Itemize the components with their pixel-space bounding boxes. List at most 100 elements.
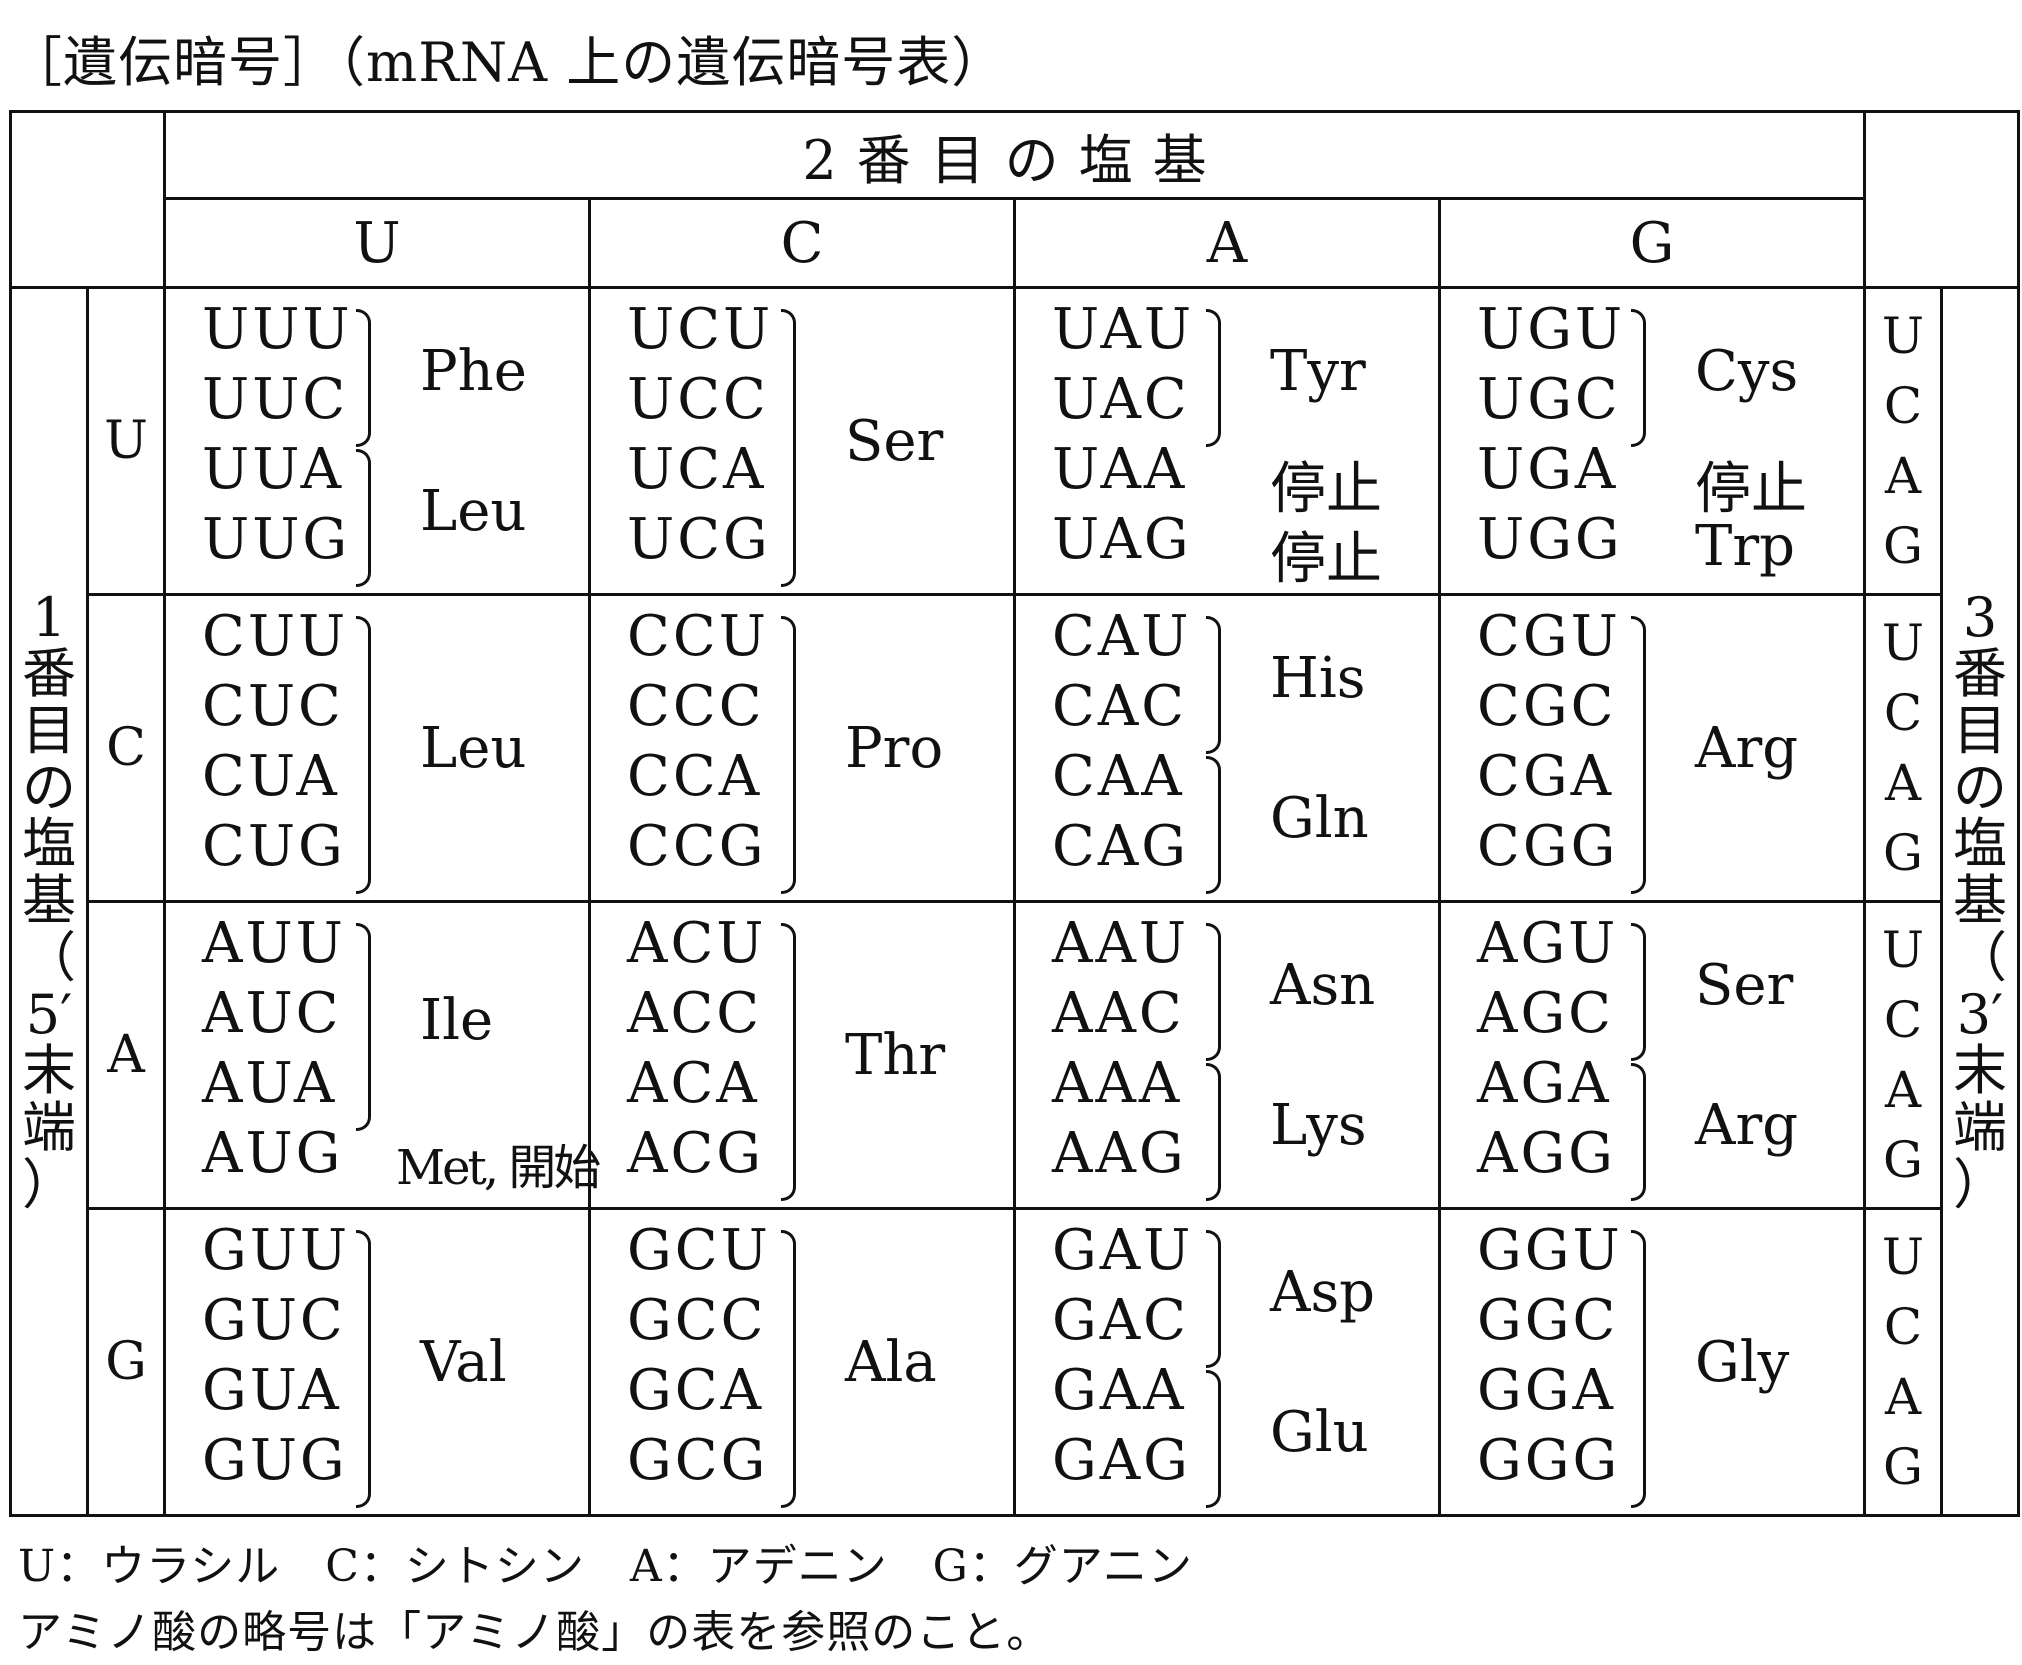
- codon: UUC: [202, 367, 349, 432]
- legend-note: アミノ酸の略号は「アミノ酸」の表を参照のこと。: [18, 1607, 1052, 1658]
- third-base-label-char: 番: [1953, 642, 2007, 706]
- codon-bracket: [1206, 616, 1221, 754]
- codon: CUU: [202, 604, 349, 669]
- codon: AUC: [202, 981, 342, 1046]
- amino-acid-label: 停止: [1695, 457, 1807, 522]
- codon: GCG: [627, 1428, 769, 1493]
- codon-cell: GUU GUC GUA GUG Val: [163, 1207, 591, 1517]
- codon: UUU: [202, 297, 353, 362]
- third-base-label-char: ）: [1953, 1152, 2007, 1216]
- third-base-letter: U: [1881, 307, 1925, 365]
- codon: CGA: [1477, 744, 1615, 809]
- first-base-label-char: （: [22, 925, 76, 989]
- third-base-letter: U: [1881, 921, 1925, 979]
- codon-row: C CUU CUC CUA CUG Leu CCU CCC CCA CCG Pro CAU CAC CAA…: [11, 593, 2019, 903]
- third-base-label-char: 3: [1962, 585, 1998, 649]
- codon-bracket: [1206, 309, 1221, 447]
- codon: UUG: [202, 507, 351, 572]
- codon: CCA: [627, 744, 763, 809]
- codon-cell: CUU CUC CUA CUG Leu: [163, 593, 591, 903]
- codon-bracket: [1206, 756, 1221, 894]
- codon: AUU: [202, 911, 346, 976]
- first-base-label-char: 基: [22, 869, 76, 933]
- codon-cell: AAU AAC AAA AAG Asn Lys: [1013, 900, 1441, 1210]
- third-base-column: UCAG: [1863, 286, 1943, 596]
- codon: CAC: [1052, 674, 1188, 739]
- third-base-letter: G: [1883, 1131, 1923, 1189]
- amino-acid-label: Val: [420, 1330, 507, 1395]
- codon: GGA: [1477, 1358, 1616, 1423]
- codon: CGG: [1477, 814, 1619, 879]
- amino-acid-label: Asp: [1270, 1260, 1376, 1325]
- third-base-label-char: の: [1953, 755, 2007, 819]
- second-base-A: A: [1013, 197, 1441, 289]
- codon-cell: UGU UGC UGA UGG Cys 停止 Trp: [1438, 286, 1866, 596]
- codon: CUG: [202, 814, 346, 879]
- third-base-label-char: 塩: [1953, 812, 2007, 876]
- first-base-label-char: の: [22, 755, 76, 819]
- amino-acid-label: Leu: [420, 716, 527, 781]
- first-base-A: A: [86, 900, 166, 1210]
- first-base-label-char: 末: [22, 1039, 76, 1103]
- third-base-letter: G: [1883, 517, 1923, 575]
- third-base-letter: U: [1881, 614, 1925, 672]
- codon: AUG: [202, 1121, 344, 1186]
- codon: GAC: [1052, 1288, 1190, 1353]
- codon-row: 1 番目の塩基（5′ 末端） U UUU UUC UUA UUG Phe Leu UCU UCC UCA…: [9, 286, 2020, 1517]
- codon-cell: GAU GAC GAA GAG Asp Glu: [1013, 1207, 1441, 1517]
- third-base-column: UCAG: [1863, 900, 1943, 1210]
- codon: AAG: [1052, 1121, 1187, 1186]
- codon: GUG: [202, 1428, 348, 1493]
- codon-cell: CCU CCC CCA CCG Pro: [588, 593, 1016, 903]
- codon-bracket: [1206, 1370, 1221, 1508]
- codon-bracket: [781, 616, 796, 894]
- first-base-label-char: 塩: [22, 812, 76, 876]
- codon-bracket: [781, 1230, 796, 1508]
- codon: UUA: [202, 437, 345, 502]
- codon: UAC: [1052, 367, 1190, 432]
- third-base-letter: G: [1883, 824, 1923, 882]
- amino-acid-label: His: [1270, 646, 1366, 711]
- codon-bracket: [781, 309, 796, 587]
- codon: UAA: [1052, 437, 1188, 502]
- genetic-code-table: 2番目の塩基 U C A G 1 番目の塩基（5′ 末端） U UUU UUC UUA UUG…: [9, 110, 2020, 1517]
- amino-acid-label: Asn: [1270, 953, 1376, 1018]
- codon-bracket: [1631, 309, 1646, 447]
- codon-bracket: [1206, 1063, 1221, 1201]
- codon: GAU: [1052, 1218, 1194, 1283]
- amino-acid-label: Ser: [1695, 953, 1794, 1018]
- corner-cell: [9, 110, 166, 289]
- first-base-label: 1 番目の塩基（5′ 末端）: [9, 286, 89, 1517]
- codon: CAU: [1052, 604, 1192, 669]
- codon: ACC: [627, 981, 763, 1046]
- codon-bracket: [1631, 1063, 1646, 1201]
- codon-bracket: [1206, 923, 1221, 1061]
- codon: CCC: [627, 674, 765, 739]
- corner-cell-right: [1863, 110, 2020, 289]
- codon: GGG: [1477, 1428, 1621, 1493]
- first-base-G: G: [86, 1207, 166, 1517]
- codon: UGA: [1477, 437, 1619, 502]
- amino-acid-label: Glu: [1270, 1400, 1369, 1465]
- page-title: ［遺伝暗号］（mRNA 上の遺伝暗号表）: [8, 31, 1007, 94]
- first-base-C: C: [86, 593, 166, 903]
- codon: GGU: [1477, 1218, 1623, 1283]
- codon: UCG: [627, 507, 771, 572]
- third-base-letter: C: [1883, 991, 1923, 1049]
- third-base-letter: C: [1883, 1298, 1923, 1356]
- amino-acid-label: Arg: [1695, 716, 1799, 781]
- codon: GGC: [1477, 1288, 1619, 1353]
- first-base-label-char: 1: [31, 585, 67, 649]
- third-base-letter: C: [1883, 377, 1923, 435]
- first-base-label-char: ）: [22, 1152, 76, 1216]
- codon-cell: UCU UCC UCA UCG Ser: [588, 286, 1016, 596]
- amino-acid-label: Phe: [420, 339, 527, 404]
- codon: CCU: [627, 604, 769, 669]
- codon: CGC: [1477, 674, 1617, 739]
- codon: AGA: [1477, 1051, 1612, 1116]
- amino-acid-label: Ser: [845, 409, 944, 474]
- codon-cell: CAU CAC CAA CAG His Gln: [1013, 593, 1441, 903]
- amino-acid-label: Ile: [420, 988, 494, 1053]
- amino-acid-label: Cys: [1695, 339, 1799, 404]
- amino-acid-label: 停止: [1270, 457, 1382, 522]
